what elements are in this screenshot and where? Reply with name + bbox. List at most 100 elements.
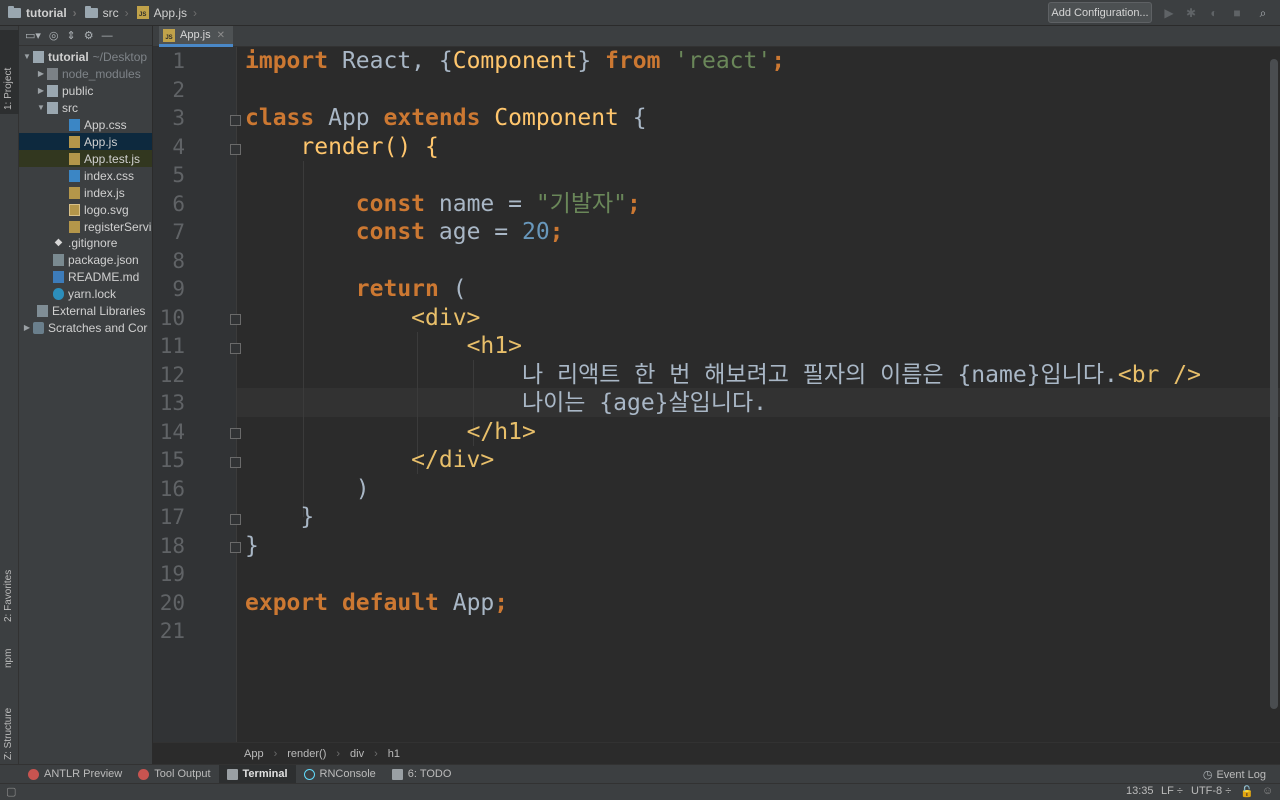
fold-marker[interactable] bbox=[230, 144, 241, 155]
fold-marker[interactable] bbox=[230, 428, 241, 439]
chevron-right-icon: › bbox=[336, 747, 341, 760]
coverage-icon[interactable]: ◐ bbox=[1207, 6, 1221, 20]
favorites-tool-tab[interactable]: 2: Favorites bbox=[0, 536, 19, 626]
breadcrumb-item[interactable]: App bbox=[244, 748, 264, 760]
line-separator-selector[interactable]: LF ÷ bbox=[1161, 785, 1183, 797]
tree-item-gitignore[interactable]: ◆ .gitignore bbox=[19, 234, 152, 251]
code-line-20: export default App; bbox=[245, 589, 509, 616]
breadcrumb-item[interactable]: div bbox=[350, 748, 364, 760]
code-line-4: render() { bbox=[245, 133, 439, 160]
chevron-right-icon: › bbox=[193, 5, 198, 20]
add-configuration-button[interactable]: Add Configuration... bbox=[1048, 2, 1152, 23]
js-file-icon bbox=[69, 186, 80, 199]
tree-item-label: registerServi bbox=[84, 219, 152, 234]
caret-position[interactable]: 13:35 bbox=[1126, 785, 1154, 797]
fold-marker[interactable] bbox=[230, 115, 241, 126]
code-line-18: } bbox=[245, 532, 259, 559]
rnconsole-tab[interactable]: RNConsole bbox=[296, 765, 384, 784]
encoding-selector[interactable]: UTF-8 ÷ bbox=[1191, 785, 1231, 797]
tree-item-label: public bbox=[62, 83, 94, 98]
breadcrumb-project-label: tutorial bbox=[26, 5, 67, 20]
project-panel: ▭▾ ◎ ⇕ ⚙ — ▼ tutorial ~/Desktop ▶ node_m… bbox=[19, 26, 153, 764]
code-editor[interactable]: 1 2 3 4 5 6 7 8 9 10 11 12 13 14 15 16 17 18 19 20 21 import… bbox=[153, 47, 1280, 742]
tree-item-external-libraries[interactable]: External Libraries bbox=[19, 302, 152, 319]
gear-icon[interactable]: ⚙ bbox=[84, 29, 94, 42]
js-file-icon: JS bbox=[163, 28, 175, 42]
lock-icon[interactable]: 🔓 bbox=[1240, 785, 1254, 798]
stop-icon[interactable]: ■ bbox=[1230, 6, 1244, 20]
tool-output-tab[interactable]: Tool Output bbox=[130, 765, 218, 784]
fold-marker[interactable] bbox=[230, 314, 241, 325]
breadcrumb-item[interactable]: h1 bbox=[388, 748, 400, 760]
rnconsole-label: RNConsole bbox=[319, 768, 376, 780]
tab-app-js[interactable]: JS App.js ✕ bbox=[159, 26, 233, 47]
scroll-from-source-icon[interactable]: ◎ bbox=[49, 29, 59, 42]
breadcrumb-file[interactable]: JS App.js › bbox=[129, 0, 197, 26]
code-line-11: <h1> bbox=[466, 333, 522, 359]
project-tool-tab[interactable]: 1: Project bbox=[0, 30, 19, 114]
tree-item-readme[interactable]: README.md bbox=[19, 268, 152, 285]
fold-marker[interactable] bbox=[230, 514, 241, 525]
code-line-1: import React, {Component} from 'react'; bbox=[245, 48, 786, 74]
folder-icon bbox=[47, 84, 58, 97]
tree-item-scratches[interactable]: ▶ Scratches and Cor bbox=[19, 319, 152, 336]
fold-marker[interactable] bbox=[230, 457, 241, 468]
folder-icon bbox=[8, 5, 21, 18]
tool-windows-icon[interactable]: ▢ bbox=[6, 785, 16, 798]
tree-item-node-modules[interactable]: ▶ node_modules bbox=[19, 65, 152, 82]
tree-item-app-test-js[interactable]: App.test.js bbox=[19, 150, 152, 167]
folder-icon bbox=[47, 101, 58, 114]
tree-item-yarn-lock[interactable]: yarn.lock bbox=[19, 285, 152, 302]
todo-tab[interactable]: 6: TODO bbox=[384, 765, 460, 784]
chevron-down-icon: ▼ bbox=[37, 103, 45, 112]
tree-item-app-js[interactable]: App.js bbox=[19, 133, 152, 150]
tree-item-app-css[interactable]: App.css bbox=[19, 116, 152, 133]
structure-tool-tab-label: Z: Structure bbox=[3, 707, 14, 760]
breadcrumb-project[interactable]: tutorial › bbox=[0, 0, 77, 26]
search-icon[interactable]: ⌕ bbox=[1256, 6, 1270, 20]
line-number: 13 bbox=[159, 391, 185, 415]
line-number: 12 bbox=[159, 362, 185, 387]
line-number: 20 bbox=[159, 590, 185, 615]
tree-item-root[interactable]: ▼ tutorial ~/Desktop bbox=[19, 48, 152, 65]
project-view-selector-icon[interactable]: ▭▾ bbox=[25, 29, 41, 42]
npm-tool-tab[interactable]: npm bbox=[0, 626, 19, 672]
line-number: 19 bbox=[159, 562, 185, 586]
collapse-all-icon[interactable]: ⇕ bbox=[67, 29, 76, 42]
tree-item-package-json[interactable]: package.json bbox=[19, 251, 152, 268]
tree-item-label: node_modules bbox=[62, 66, 141, 81]
hide-panel-icon[interactable]: — bbox=[102, 30, 113, 42]
tree-item-label: External Libraries bbox=[52, 303, 146, 318]
line-number: 21 bbox=[159, 619, 185, 643]
fold-marker[interactable] bbox=[230, 343, 241, 354]
tree-item-label: logo.svg bbox=[84, 202, 129, 217]
event-log-label: Event Log bbox=[1216, 768, 1266, 781]
library-icon bbox=[37, 304, 48, 317]
tool-output-label: Tool Output bbox=[154, 768, 211, 780]
terminal-label: Terminal bbox=[242, 768, 288, 780]
tree-item-register-service-worker[interactable]: registerServi bbox=[19, 218, 152, 235]
code-line-10: <div> bbox=[411, 304, 481, 331]
antlr-preview-tab[interactable]: ANTLR Preview bbox=[20, 765, 130, 784]
inspector-icon[interactable]: ☺ bbox=[1262, 785, 1273, 797]
close-icon[interactable]: ✕ bbox=[217, 30, 225, 41]
breadcrumb-item[interactable]: render() bbox=[287, 748, 326, 760]
breadcrumb-src[interactable]: src › bbox=[77, 0, 129, 26]
tree-item-public[interactable]: ▶ public bbox=[19, 82, 152, 99]
structure-tool-tab[interactable]: Z: Structure bbox=[0, 678, 19, 764]
folder-icon bbox=[84, 5, 98, 18]
fold-marker[interactable] bbox=[230, 542, 241, 553]
tree-item-label: index.js bbox=[84, 185, 125, 200]
tree-item-index-css[interactable]: index.css bbox=[19, 167, 152, 184]
line-number: 10 bbox=[159, 305, 185, 330]
run-icon[interactable]: ▶ bbox=[1162, 6, 1176, 20]
tree-item-src[interactable]: ▼ src bbox=[19, 99, 152, 116]
editor-scrollbar[interactable] bbox=[1270, 59, 1278, 709]
terminal-tab[interactable]: Terminal bbox=[218, 764, 296, 784]
line-number: 9 bbox=[172, 277, 185, 301]
tree-item-logo-svg[interactable]: logo.svg bbox=[19, 201, 152, 218]
code-breadcrumb: App › render() › div › h1 bbox=[153, 742, 1280, 764]
debug-icon[interactable]: ✱ bbox=[1184, 6, 1198, 20]
tree-item-index-js[interactable]: index.js bbox=[19, 184, 152, 201]
event-log-tab[interactable]: ◷ Event Log bbox=[1203, 765, 1266, 784]
